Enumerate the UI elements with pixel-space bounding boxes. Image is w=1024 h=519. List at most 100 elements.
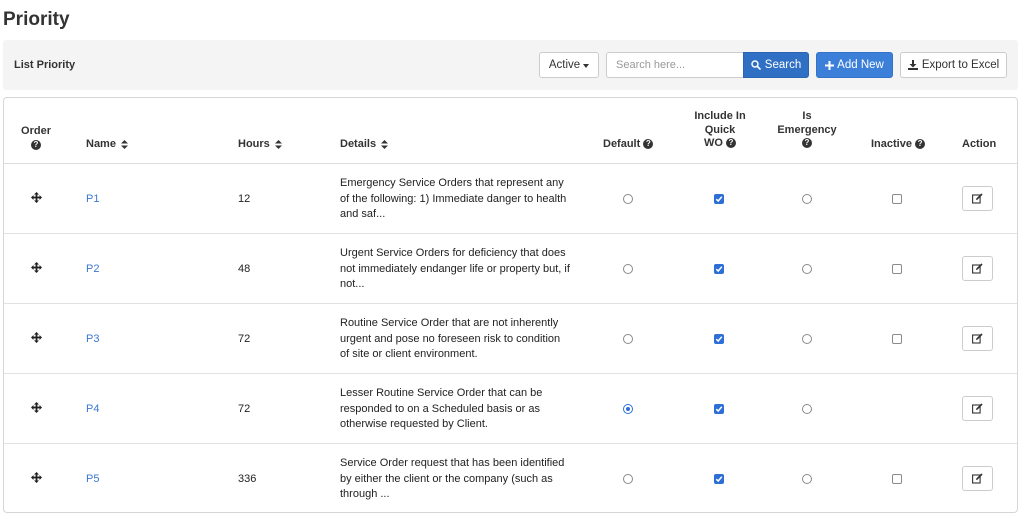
add-new-label: Add New [837,59,884,71]
edit-button[interactable] [962,466,993,491]
column-header-include-line1: Include In [694,110,746,122]
is-emergency-radio[interactable] [802,194,812,204]
search-icon [751,60,761,70]
drag-handle-icon[interactable] [31,262,42,276]
details-cell: Service Order request that has been iden… [340,457,565,500]
priority-name-link[interactable]: P5 [86,473,99,485]
column-header-include-line2: Quick [704,123,736,136]
drag-handle-icon[interactable] [31,332,42,346]
column-header-details-label: Details [340,138,377,150]
search-button-label: Search [764,59,802,71]
column-header-action: Action [962,138,996,152]
include-quick-wo-checkbox[interactable] [714,264,724,274]
download-icon [907,60,918,70]
edit-icon [972,193,983,204]
sort-icon [381,139,389,149]
drag-handle-icon[interactable] [31,402,42,416]
add-new-button[interactable]: Add New [816,52,893,78]
search-input[interactable] [606,52,745,78]
table-row: P5 336 Service Order request that has been… [4,444,1017,512]
help-icon: ? [643,139,654,150]
list-title: List Priority [14,59,76,71]
priority-table: Order ? Name Hours Details Default ? Inc… [3,97,1018,513]
sort-icon [274,139,282,149]
default-radio[interactable] [623,474,633,484]
is-emergency-radio[interactable] [802,334,812,344]
column-header-name[interactable]: Name [86,138,129,152]
edit-button[interactable] [962,256,993,281]
hours-cell: 12 [238,193,251,205]
edit-button[interactable] [962,186,993,211]
edit-icon [972,473,983,484]
include-quick-wo-checkbox[interactable] [714,404,724,414]
default-radio[interactable] [623,334,633,344]
priority-name-link[interactable]: P4 [86,403,99,415]
table-row: P4 72 Lesser Routine Service Order that ca… [4,374,1017,444]
page-title: Priority [3,9,70,30]
help-icon: ? [726,138,736,149]
column-header-inactive: Inactive ? [871,138,926,152]
column-header-hours[interactable]: Hours [238,138,282,152]
export-excel-button[interactable]: Export to Excel [900,52,1007,78]
priority-name-link[interactable]: P3 [86,333,99,345]
help-icon: ? [31,139,41,150]
hours-cell: 336 [238,473,257,485]
default-radio[interactable] [623,264,633,274]
details-cell: Routine Service Order that are not inher… [340,317,561,360]
details-cell: Emergency Service Orders that represent … [340,177,567,220]
status-filter-dropdown[interactable]: Active [539,52,599,78]
details-cell: Urgent Service Orders for deficiency tha… [340,247,570,290]
inactive-checkbox[interactable] [892,194,902,204]
column-header-emergency-line1: Is [802,110,812,122]
default-radio[interactable] [623,404,633,414]
search-button[interactable]: Search [743,52,809,78]
drag-handle-icon[interactable] [31,192,42,206]
table-row: P3 72 Routine Service Order that are not i… [4,304,1017,374]
drag-handle-icon[interactable] [31,472,42,486]
table-row: P2 48 Urgent Service Orders for deficiency… [4,234,1017,304]
edit-icon [972,333,983,344]
column-header-is-emergency: Is Emergency ? [767,110,847,151]
sort-icon [121,139,129,149]
is-emergency-radio[interactable] [802,264,812,274]
column-header-include-line3: WO [703,137,723,149]
hours-cell: 72 [238,403,251,415]
inactive-checkbox[interactable] [892,334,902,344]
help-icon: ? [915,139,926,150]
column-header-include-quick-wo: Include In Quick WO ? [680,110,760,151]
default-radio[interactable] [623,194,633,204]
table-header: Order ? Name Hours Details Default ? Inc… [4,98,1017,164]
column-header-order-label: Order [21,125,51,137]
inactive-checkbox[interactable] [892,264,902,274]
column-header-action-label: Action [962,138,997,150]
include-quick-wo-checkbox[interactable] [714,474,724,484]
column-header-details[interactable]: Details [340,138,389,152]
table-row: P1 12 Emergency Service Orders that repres… [4,164,1017,234]
column-header-default-label: Default [603,138,641,150]
column-header-name-label: Name [86,138,116,150]
column-header-hours-label: Hours [238,138,270,150]
column-header-emergency-line2: Emergency [777,123,837,136]
plus-icon [825,60,835,70]
edit-icon [972,403,983,414]
is-emergency-radio[interactable] [802,474,812,484]
column-header-inactive-label: Inactive [871,138,912,150]
edit-icon [972,263,983,274]
edit-button[interactable] [962,326,993,351]
include-quick-wo-checkbox[interactable] [714,194,724,204]
column-header-default: Default ? [603,138,654,152]
export-label: Export to Excel [921,59,1000,71]
help-icon: ? [802,138,812,149]
column-header-order[interactable]: Order ? [20,125,52,152]
hours-cell: 72 [238,333,251,345]
is-emergency-radio[interactable] [802,404,812,414]
include-quick-wo-checkbox[interactable] [714,334,724,344]
priority-name-link[interactable]: P1 [86,193,99,205]
priority-name-link[interactable]: P2 [86,263,99,275]
inactive-checkbox[interactable] [892,474,902,484]
status-filter-label: Active [548,59,581,71]
list-toolbar: List Priority Active Search Add New Expo… [3,40,1018,90]
edit-button[interactable] [962,396,993,421]
details-cell: Lesser Routine Service Order that can be… [340,387,543,430]
caret-down-icon [583,63,590,68]
